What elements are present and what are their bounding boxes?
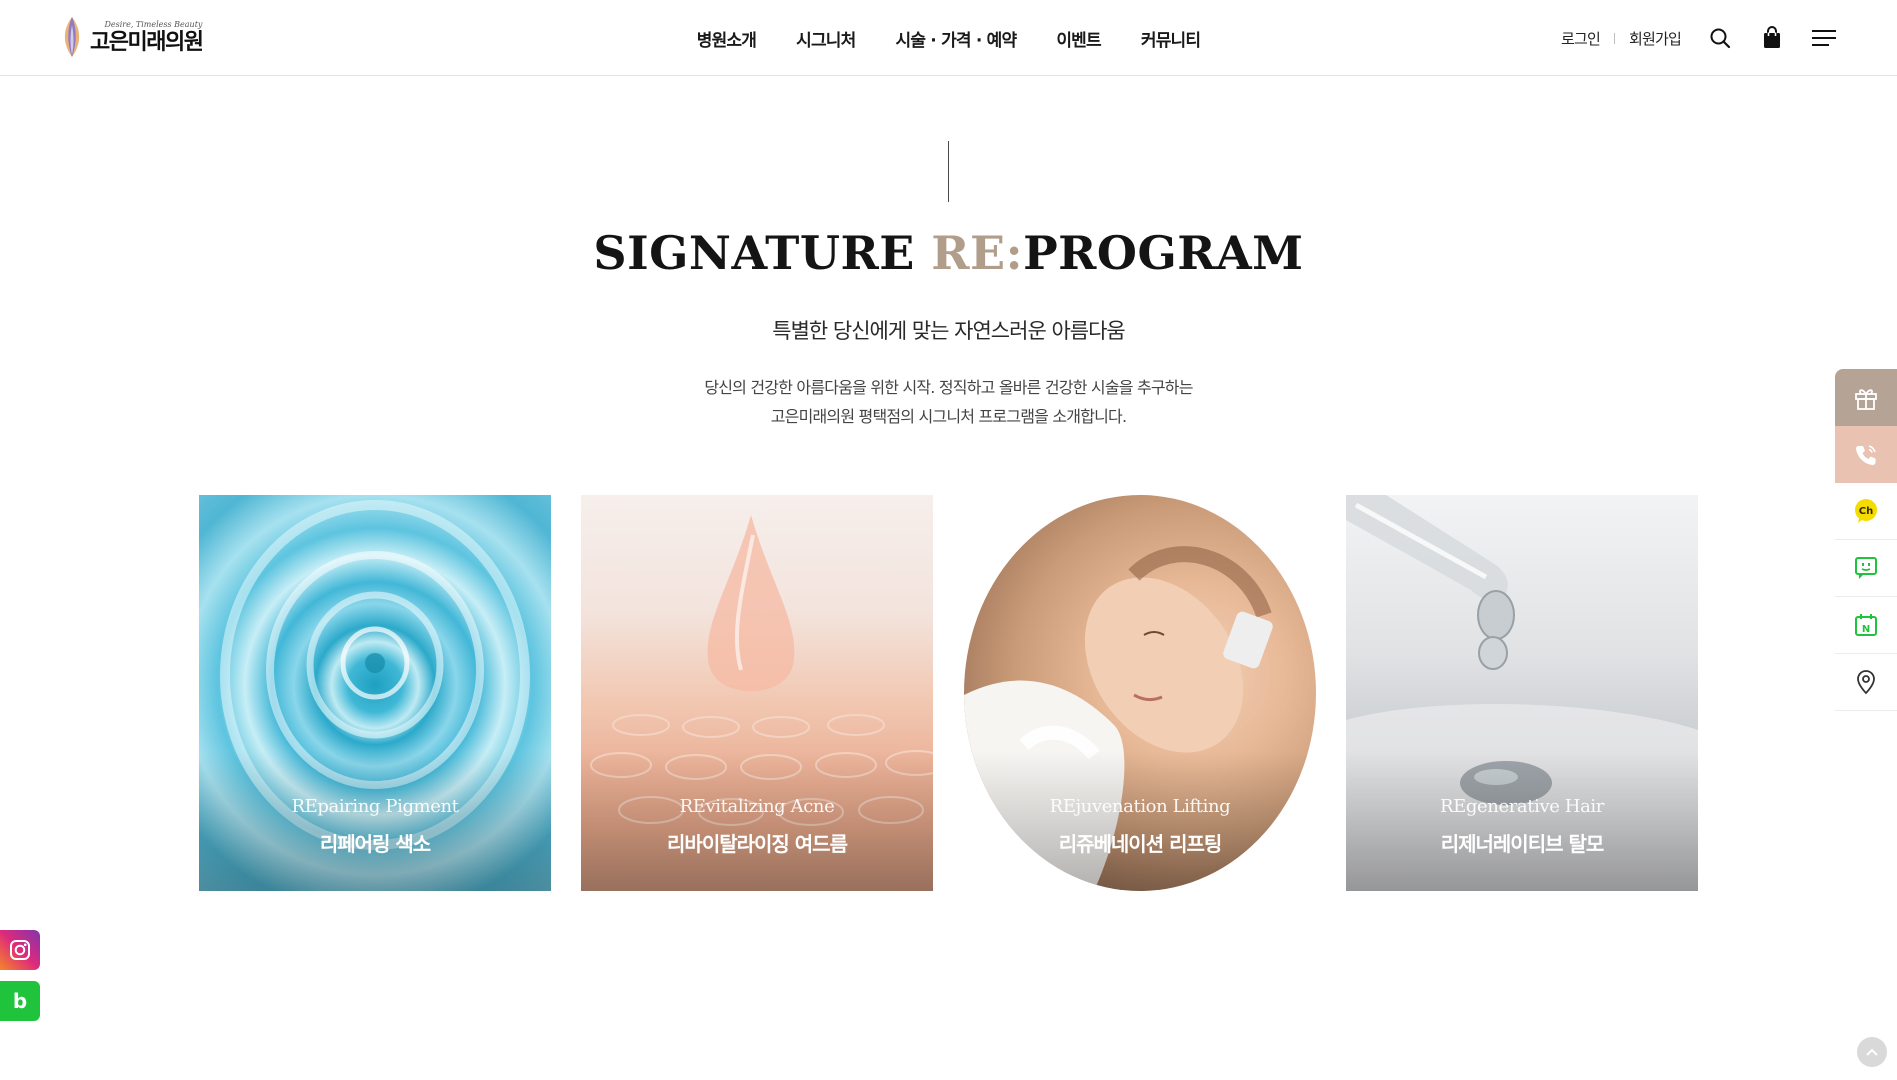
description-line-1: 당신의 건강한 아름다움을 위한 시작. 정직하고 올바른 건강한 시술을 추구… <box>704 378 1193 397</box>
gift-icon <box>1855 388 1877 410</box>
title-end: PROGRAM <box>1023 226 1304 280</box>
quick-menu-bar: Ch N <box>1835 369 1897 711</box>
location-button[interactable] <box>1835 654 1897 711</box>
nav-item-signature[interactable]: 시그니처 <box>796 26 856 51</box>
naver-booking-button[interactable]: N <box>1835 597 1897 654</box>
talk-button[interactable] <box>1835 540 1897 597</box>
section-subtitle: 특별한 당신에게 맞는 자연스러운 아름다움 <box>772 319 1125 343</box>
chevron-up-icon <box>1866 1048 1878 1056</box>
site-header: Desire, Timeless Beauty 고은미래의원 병원소개 시그니처… <box>0 0 1897 76</box>
svg-text:Ch: Ch <box>1859 506 1873 517</box>
phone-icon <box>1856 444 1876 465</box>
card-shade <box>1346 751 1698 891</box>
social-links: b <box>0 930 40 1032</box>
nav-item-community[interactable]: 커뮤니티 <box>1141 26 1201 51</box>
search-icon[interactable] <box>1707 25 1733 51</box>
login-link[interactable]: 로그인 <box>1561 28 1601 49</box>
card-title-ko: 리제너레이티브 탈모 <box>1440 832 1605 856</box>
logo-leaf-icon <box>64 17 80 57</box>
header-utilities: 로그인 회원가입 <box>1561 0 1837 76</box>
section-divider-line <box>948 141 949 202</box>
program-card-hair[interactable]: REgenerative Hair 리제너레이티브 탈모 <box>1346 495 1698 891</box>
description-line-2: 고은미래의원 평택점의 시그니처 프로그램을 소개합니다. <box>770 407 1127 426</box>
card-title-ko: 리바이탈라이징 여드름 <box>667 832 848 856</box>
section-title: SIGNATURE RE:PROGRAM <box>0 226 1897 280</box>
shopping-bag-icon[interactable] <box>1759 25 1785 51</box>
card-shade <box>581 751 933 891</box>
card-title-en: REvitalizing Acne <box>679 796 835 817</box>
naver-booking-icon: N <box>1855 614 1877 636</box>
card-title-ko: 리쥬베네이션 리프팅 <box>1058 832 1223 856</box>
section-description: 당신의 건강한 아름다움을 위한 시작. 정직하고 올바른 건강한 시술을 추구… <box>0 373 1897 431</box>
menu-icon[interactable] <box>1811 25 1837 51</box>
program-card-acne[interactable]: REvitalizing Acne 리바이탈라이징 여드름 <box>581 495 933 891</box>
util-divider <box>1613 32 1615 44</box>
signup-link[interactable]: 회원가입 <box>1629 28 1682 49</box>
svg-text:N: N <box>1862 624 1870 635</box>
blog-icon: b <box>12 989 28 1013</box>
location-icon <box>1857 670 1875 695</box>
nav-item-about[interactable]: 병원소개 <box>697 26 757 51</box>
kakao-channel-button[interactable]: Ch <box>1835 483 1897 540</box>
call-button[interactable] <box>1835 426 1897 483</box>
title-accent: RE: <box>931 226 1024 280</box>
blog-button[interactable]: b <box>0 981 40 1021</box>
nav-item-treatment-price-booking[interactable]: 시술 · 가격 · 예약 <box>896 26 1018 51</box>
instagram-button[interactable] <box>0 930 40 970</box>
gift-button[interactable] <box>1835 369 1897 426</box>
program-card-pigment[interactable]: REpairing Pigment 리페어링 색소 <box>199 495 551 891</box>
logo[interactable]: Desire, Timeless Beauty 고은미래의원 <box>60 14 205 60</box>
logo-tagline: Desire, Timeless Beauty <box>104 19 203 29</box>
card-shade <box>964 751 1316 891</box>
card-shade <box>199 751 551 891</box>
card-title-ko: 리페어링 색소 <box>319 832 431 856</box>
talk-icon <box>1855 557 1877 579</box>
card-title-en: REjuvenation Lifting <box>1049 796 1231 817</box>
card-title-en: REgenerative Hair <box>1440 796 1604 817</box>
logo-name: 고은미래의원 <box>90 29 204 55</box>
program-card-lifting[interactable]: REjuvenation Lifting 리쥬베네이션 리프팅 <box>964 495 1316 891</box>
nav-item-event[interactable]: 이벤트 <box>1056 26 1101 51</box>
scroll-top-button[interactable] <box>1857 1037 1887 1067</box>
instagram-icon <box>10 940 30 960</box>
kakao-channel-icon: Ch <box>1855 499 1877 523</box>
title-main: SIGNATURE <box>593 226 932 280</box>
card-title-en: REpairing Pigment <box>291 796 459 817</box>
program-cards: REpairing Pigment 리페어링 색소 REvitalizing A… <box>199 495 1699 891</box>
